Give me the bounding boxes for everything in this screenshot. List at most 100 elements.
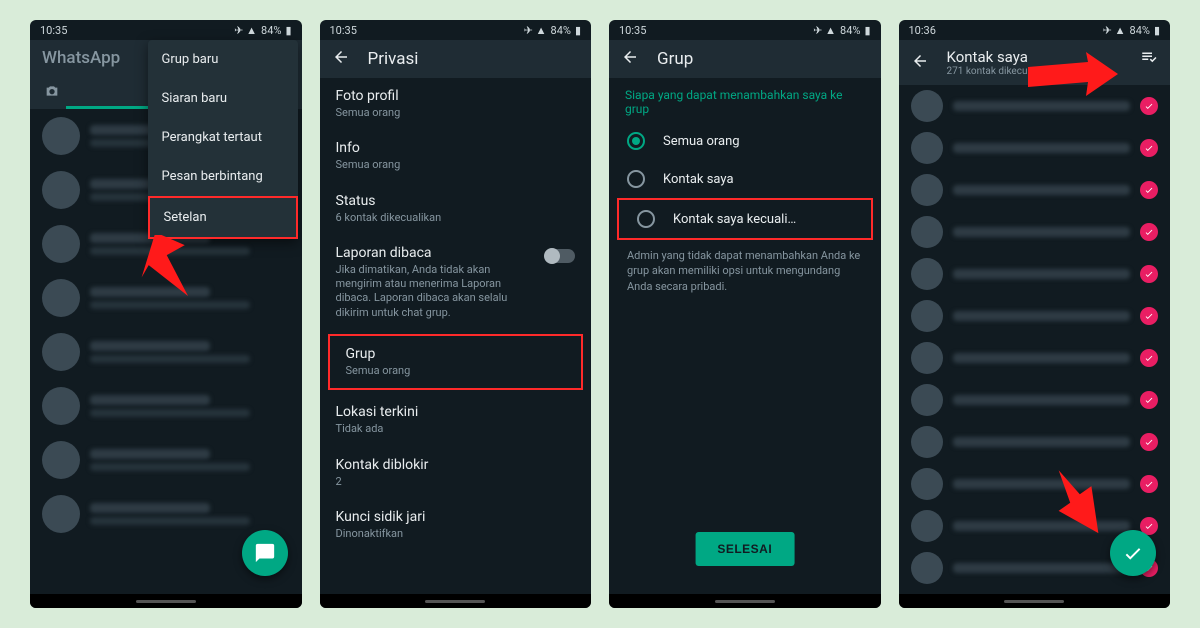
toggle-switch[interactable]	[545, 249, 575, 263]
app-title: WhatsApp	[42, 48, 120, 68]
avatar	[911, 258, 943, 290]
item-status[interactable]: Status 6 kontak dikecualikan	[320, 183, 592, 235]
item-profile-photo[interactable]: Foto profil Semua orang	[320, 78, 592, 130]
contact-row[interactable]	[899, 169, 1171, 211]
check-icon[interactable]	[1140, 307, 1158, 325]
group-options: Siapa yang dapat menambahkan saya ke gru…	[609, 78, 881, 594]
option-my-contacts[interactable]: Kontak saya	[609, 160, 881, 198]
avatar	[911, 342, 943, 374]
contact-name	[953, 395, 1131, 405]
battery-icon: ▮	[575, 24, 581, 37]
overflow-menu: Grup baru Siaran baru Perangkat tertaut …	[148, 40, 298, 239]
app-bar: Grup	[609, 40, 881, 78]
avatar	[42, 117, 80, 155]
check-icon[interactable]	[1140, 475, 1158, 493]
item-info[interactable]: Info Semua orang	[320, 130, 592, 182]
option-contacts-except[interactable]: Kontak saya kecuali…	[617, 198, 873, 240]
contact-list	[899, 85, 1171, 594]
status-time: 10:35	[40, 24, 67, 37]
new-chat-fab[interactable]	[242, 530, 288, 576]
battery-icon: ▮	[285, 24, 291, 37]
back-icon[interactable]	[621, 48, 639, 70]
avatar	[911, 384, 943, 416]
contact-row[interactable]	[899, 463, 1171, 505]
done-button[interactable]: SELESAI	[695, 532, 794, 566]
avatar	[911, 174, 943, 206]
avatar	[42, 171, 80, 209]
menu-item-broadcast[interactable]: Siaran baru	[148, 79, 298, 118]
status-bar: 10:35 ✈ ▲84%▮	[609, 20, 881, 40]
privacy-list: Foto profil Semua orang Info Semua orang…	[320, 78, 592, 594]
avatar	[911, 426, 943, 458]
screen-group-privacy: 10:35 ✈ ▲84%▮ Grup Siapa yang dapat mena…	[609, 20, 881, 608]
status-time: 10:36	[909, 24, 936, 37]
page-title: Privasi	[368, 49, 419, 69]
chat-row[interactable]	[30, 379, 302, 433]
battery-icon: ▮	[864, 24, 870, 37]
back-icon[interactable]	[911, 52, 929, 74]
avatar	[42, 495, 80, 533]
annotation-arrow	[1048, 470, 1118, 540]
contact-row[interactable]	[899, 211, 1171, 253]
chat-row[interactable]	[30, 325, 302, 379]
avatar	[42, 333, 80, 371]
check-icon[interactable]	[1140, 391, 1158, 409]
radio-icon	[637, 210, 655, 228]
camera-icon[interactable]	[38, 83, 66, 103]
contact-name	[953, 563, 1131, 573]
nav-bar	[320, 594, 592, 608]
item-read-receipts[interactable]: Laporan dibaca Jika dimatikan, Anda tida…	[320, 235, 592, 330]
avatar	[42, 279, 80, 317]
nav-bar	[30, 594, 302, 608]
avatar	[911, 90, 943, 122]
check-icon[interactable]	[1140, 181, 1158, 199]
screen-contacts-except: 10:36 ✈ ▲84%▮ Kontak saya 271 kontak dik…	[899, 20, 1171, 608]
contact-name	[953, 353, 1131, 363]
contact-row[interactable]	[899, 337, 1171, 379]
status-right: ✈ ▲ 84% ▮	[234, 24, 291, 37]
item-live-location[interactable]: Lokasi terkini Tidak ada	[320, 394, 592, 446]
item-fingerprint[interactable]: Kunci sidik jari Dinonaktifkan	[320, 499, 592, 551]
check-icon[interactable]	[1140, 139, 1158, 157]
item-blocked[interactable]: Kontak diblokir 2	[320, 447, 592, 499]
chat-row[interactable]	[30, 433, 302, 487]
avatar	[42, 225, 80, 263]
annotation-arrow	[110, 235, 190, 305]
select-all-icon[interactable]	[1140, 48, 1158, 70]
battery-icon: ▮	[1154, 24, 1160, 37]
check-icon[interactable]	[1140, 97, 1158, 115]
screen-whatsapp-main: 10:35 ✈ ▲ 84% ▮ WhatsApp CHAT Grup baru …	[30, 20, 302, 608]
avatar	[911, 132, 943, 164]
contact-row[interactable]	[899, 421, 1171, 463]
menu-item-starred[interactable]: Pesan berbintang	[148, 157, 298, 196]
contact-row[interactable]	[899, 127, 1171, 169]
contact-name	[953, 101, 1131, 111]
avatar	[911, 552, 943, 584]
nav-bar	[899, 594, 1171, 608]
avatar	[911, 216, 943, 248]
check-icon[interactable]	[1140, 265, 1158, 283]
item-groups[interactable]: Grup Semua orang	[328, 334, 584, 390]
menu-item-settings[interactable]: Setelan	[148, 196, 298, 239]
option-everyone[interactable]: Semua orang	[609, 122, 881, 160]
contact-row[interactable]	[899, 253, 1171, 295]
screen-privacy: 10:35 ✈ ▲84%▮ Privasi Foto profil Semua …	[320, 20, 592, 608]
back-icon[interactable]	[332, 48, 350, 70]
contact-row[interactable]	[899, 295, 1171, 337]
status-bar: 10:35 ✈ ▲ 84% ▮	[30, 20, 302, 40]
section-title: Siapa yang dapat menambahkan saya ke gru…	[609, 78, 881, 122]
check-icon[interactable]	[1140, 433, 1158, 451]
avatar	[911, 468, 943, 500]
menu-item-new-group[interactable]: Grup baru	[148, 40, 298, 79]
contact-row[interactable]	[899, 379, 1171, 421]
check-icon[interactable]	[1140, 223, 1158, 241]
contact-name	[953, 143, 1131, 153]
check-icon[interactable]	[1140, 349, 1158, 367]
contact-name	[953, 185, 1131, 195]
status-time: 10:35	[619, 24, 646, 37]
helper-text: Admin yang tidak dapat menambahkan Anda …	[609, 240, 881, 302]
menu-item-linked-devices[interactable]: Perangkat tertaut	[148, 118, 298, 157]
app-bar: Privasi	[320, 40, 592, 78]
contact-name	[953, 311, 1131, 321]
status-time: 10:35	[330, 24, 357, 37]
